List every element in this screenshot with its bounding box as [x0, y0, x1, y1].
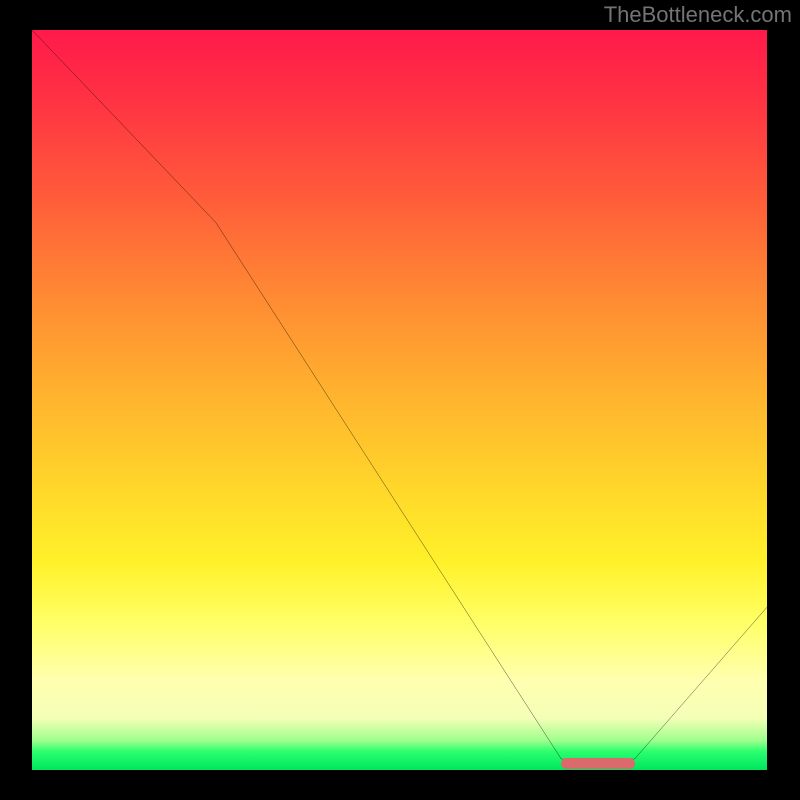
attribution-label: TheBottleneck.com	[604, 2, 792, 28]
chart-container: TheBottleneck.com	[0, 0, 800, 800]
highlight-marker	[561, 758, 635, 769]
series-layer	[32, 30, 767, 770]
bottleneck-curve	[32, 30, 767, 763]
plot-area	[32, 30, 767, 770]
